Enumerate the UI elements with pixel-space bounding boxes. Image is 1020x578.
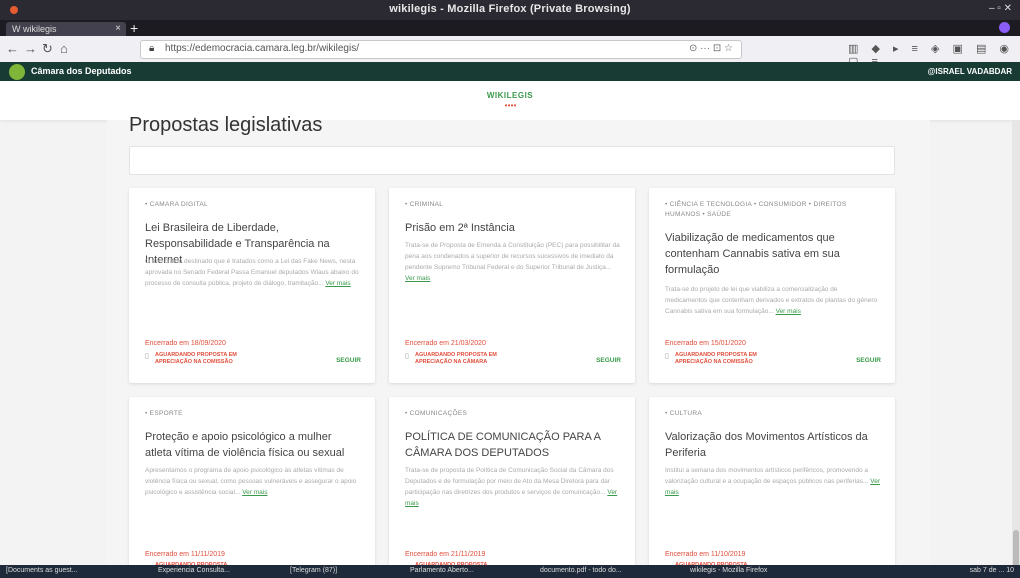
camara-top-bar: Câmara dos Deputados @ISRAEL VADABDAR [0, 62, 1020, 81]
taskbar-item[interactable]: [Documents as guest... [6, 567, 78, 574]
card-title[interactable]: Viabilização de medicamentos que contenh… [665, 230, 881, 278]
card-title[interactable]: Prisão em 2ª Instância [405, 220, 621, 236]
closed-date: Encerrado em 21/03/2020 [405, 340, 486, 347]
search-input[interactable] [129, 146, 895, 175]
card-description: Trata-se de Proposta de Emenda à Constit… [405, 242, 620, 282]
card-tags: • CRIMINAL [405, 201, 444, 208]
card-tags: • ESPORTE [145, 410, 183, 417]
tab-label: W wikilegis [12, 24, 57, 34]
card-description: Trata-se do projeto de lei que viabiliza… [665, 286, 878, 315]
card-description: Trata-se de proposta de Política de Comu… [405, 467, 618, 507]
wikilegis-brand[interactable]: WIKILEGIS [0, 91, 1020, 100]
user-menu[interactable]: @ISRAEL VADABDAR [928, 67, 1012, 76]
url-actions[interactable]: ⊙ ··· ⊡ ☆ [689, 43, 733, 54]
url-text[interactable]: https://edemocracia.camara.leg.br/wikile… [165, 43, 359, 54]
follow-button[interactable]: SEGUIR [596, 357, 621, 364]
window-title: wikilegis - Mozilla Firefox (Private Bro… [389, 3, 631, 15]
card-description: Apresentamos o programa de apoio psicoló… [145, 467, 357, 496]
proposal-card[interactable]: • CRIMINAL Prisão em 2ª Instância Trata-… [389, 188, 635, 383]
reload-icon[interactable]: ↻ [42, 41, 53, 57]
brand-dots: • • • • [504, 101, 517, 110]
follow-button[interactable]: SEGUIR [336, 357, 361, 364]
ver-mais-link[interactable]: Ver mais [325, 280, 350, 287]
taskbar-item[interactable]: documento.pdf - todo do... [540, 567, 622, 574]
closed-date: Encerrado em 15/01/2020 [665, 340, 746, 347]
camara-logo[interactable] [9, 64, 25, 80]
closed-date: Encerrado em 11/11/2019 [145, 551, 225, 558]
back-icon[interactable]: ← [6, 41, 19, 56]
window-titlebar: wikilegis - Mozilla Firefox (Private Bro… [0, 0, 1020, 20]
bookmark-icon: ▯ [405, 353, 409, 360]
url-bar[interactable]: 🔒︎ https://edemocracia.camara.leg.br/wik… [140, 40, 742, 59]
ver-mais-link[interactable]: Ver mais [242, 489, 267, 496]
window-controls[interactable]: – ▫ ✕ [989, 3, 1012, 14]
card-tags: • CIÊNCIA E TECNOLOGIA • CONSUMIDOR • DI… [665, 201, 847, 218]
os-taskbar: [Documents as guest... Experiencia Consu… [0, 565, 1020, 578]
taskbar-item[interactable]: Parlamento Aberto... [410, 567, 474, 574]
proposal-card[interactable]: • CIÊNCIA E TECNOLOGIA • CONSUMIDOR • DI… [649, 188, 895, 383]
page-scrollbar[interactable] [1012, 120, 1020, 570]
scrollbar-thumb[interactable] [1013, 530, 1019, 570]
taskbar-item[interactable]: wikilegis - Mozilla Firefox [690, 567, 767, 574]
ver-mais-link[interactable]: Ver mais [776, 308, 801, 315]
ver-mais-link[interactable]: Ver mais [405, 275, 430, 282]
card-tags: • CAMARA DIGITAL [145, 201, 208, 208]
status-label: AGUARDANDO PROPOSTA EM APRECIAÇÃO NA COM… [155, 352, 237, 365]
camara-name[interactable]: Câmara dos Deputados [31, 66, 132, 76]
proposal-card[interactable]: • ESPORTE Proteção e apoio psicológico a… [129, 397, 375, 578]
taskbar-clock[interactable]: sab 7 de ... 10 [970, 567, 1014, 574]
closed-date: Encerrado em 11/10/2019 [665, 551, 746, 558]
taskbar-item[interactable]: Experiencia Consulta... [158, 567, 230, 574]
card-description: Institui a semana dos movimentos artísti… [665, 467, 881, 496]
private-browsing-icon [999, 22, 1010, 33]
status-label: AGUARDANDO PROPOSTA EM APRECIAÇÃO NA COM… [675, 352, 757, 365]
new-tab-icon[interactable]: + [130, 20, 138, 36]
lock-icon: 🔒︎ [149, 43, 155, 54]
proposal-card[interactable]: • COMUNICAÇÕES POLÍTICA DE COMUNICAÇÃO P… [389, 397, 635, 578]
tab-wikilegis[interactable]: W wikilegis × [6, 22, 126, 36]
card-title[interactable]: POLÍTICA DE COMUNICAÇÃO PARA A CÂMARA DO… [405, 429, 621, 461]
card-tags: • COMUNICAÇÕES [405, 410, 468, 417]
tab-strip: W wikilegis × + [0, 20, 1020, 36]
proposal-card[interactable]: • CULTURA Valorização dos Movimentos Art… [649, 397, 895, 578]
tab-close-icon[interactable]: × [115, 23, 121, 34]
closed-date: Encerrado em 18/09/2020 [145, 340, 226, 347]
bookmark-icon: ▯ [145, 353, 149, 360]
home-icon[interactable]: ⌂ [60, 41, 68, 56]
card-title[interactable]: Valorização dos Movimentos Artísticos da… [665, 429, 881, 461]
forward-icon[interactable]: → [24, 41, 37, 56]
card-title[interactable]: Proteção e apoio psicológico a mulher at… [145, 429, 361, 461]
bookmark-icon: ▯ [665, 353, 669, 360]
taskbar-item[interactable]: [Telegram (87)] [290, 567, 337, 574]
nav-bar: ← → ↻ ⌂ 🔒︎ https://edemocracia.camara.le… [0, 36, 1020, 68]
proposal-card[interactable]: • CAMARA DIGITAL Lei Brasileira de Liber… [129, 188, 375, 383]
closed-date: Encerrado em 21/11/2019 [405, 551, 486, 558]
card-tags: • CULTURA [665, 410, 702, 417]
follow-button[interactable]: SEGUIR [856, 357, 881, 364]
status-label: AGUARDANDO PROPOSTA EM APRECIAÇÃO NA CÂM… [415, 352, 497, 365]
main-content: Propostas legislativas • CAMARA DIGITAL … [107, 114, 930, 578]
page-title: Propostas legislativas [129, 114, 323, 136]
card-description: O ano criado destinado que é tratados co… [145, 258, 359, 287]
